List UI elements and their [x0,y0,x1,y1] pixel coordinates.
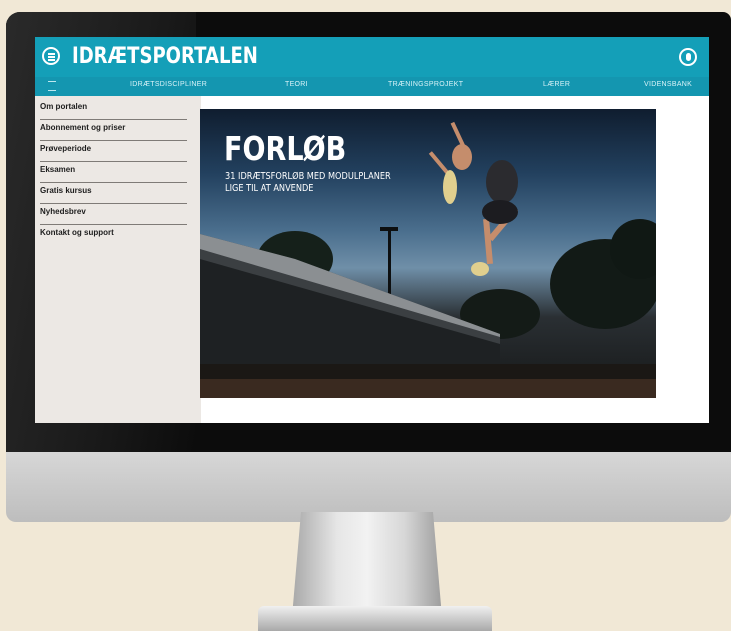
hero-banner[interactable]: FORLØB 31 IDRÆTSFORLØB MED MODULPLANER L… [200,109,656,398]
menu-icon[interactable] [42,47,60,65]
sidebar-item-om-portalen[interactable]: Om portalen [40,99,187,120]
sidebar-item-kontakt[interactable]: Kontakt og support [40,225,187,246]
monitor: IDRÆTSPORTALEN IDRÆTSDISCIPLINER TEORI T… [6,12,731,522]
sidebar-item-gratis-kursus[interactable]: Gratis kursus [40,183,187,204]
monitor-chin [6,452,731,522]
main-nav: IDRÆTSDISCIPLINER TEORI TRÆNINGSPROJEKT … [35,77,709,96]
sidebar-item-abonnement[interactable]: Abonnement og priser [40,120,187,141]
user-icon[interactable] [679,48,697,66]
nav-item-laerer[interactable]: LÆRER [543,81,570,88]
monitor-stand [292,512,442,617]
top-header: IDRÆTSPORTALEN [35,37,709,77]
sidebar-item-proeveperiode[interactable]: Prøveperiode [40,141,187,162]
home-icon[interactable] [48,81,56,91]
sidebar: Om portalen Abonnement og priser Prøvepe… [35,96,201,423]
sidebar-item-nyhedsbrev[interactable]: Nyhedsbrev [40,204,187,225]
nav-item-vidensbank[interactable]: VIDENSBANK [644,81,692,88]
monitor-base [258,606,492,631]
nav-item-teori[interactable]: TEORI [285,81,308,88]
nav-item-traeningsprojekt[interactable]: TRÆNINGSPROJEKT [388,81,463,88]
hero-title: FORLØB [224,129,347,168]
site-logo[interactable]: IDRÆTSPORTALEN [72,44,258,69]
sidebar-item-eksamen[interactable]: Eksamen [40,162,187,183]
hero-subtitle: 31 IDRÆTSFORLØB MED MODULPLANER LIGE TIL… [225,171,391,194]
nav-item-idraetsdiscipliner[interactable]: IDRÆTSDISCIPLINER [130,81,207,88]
